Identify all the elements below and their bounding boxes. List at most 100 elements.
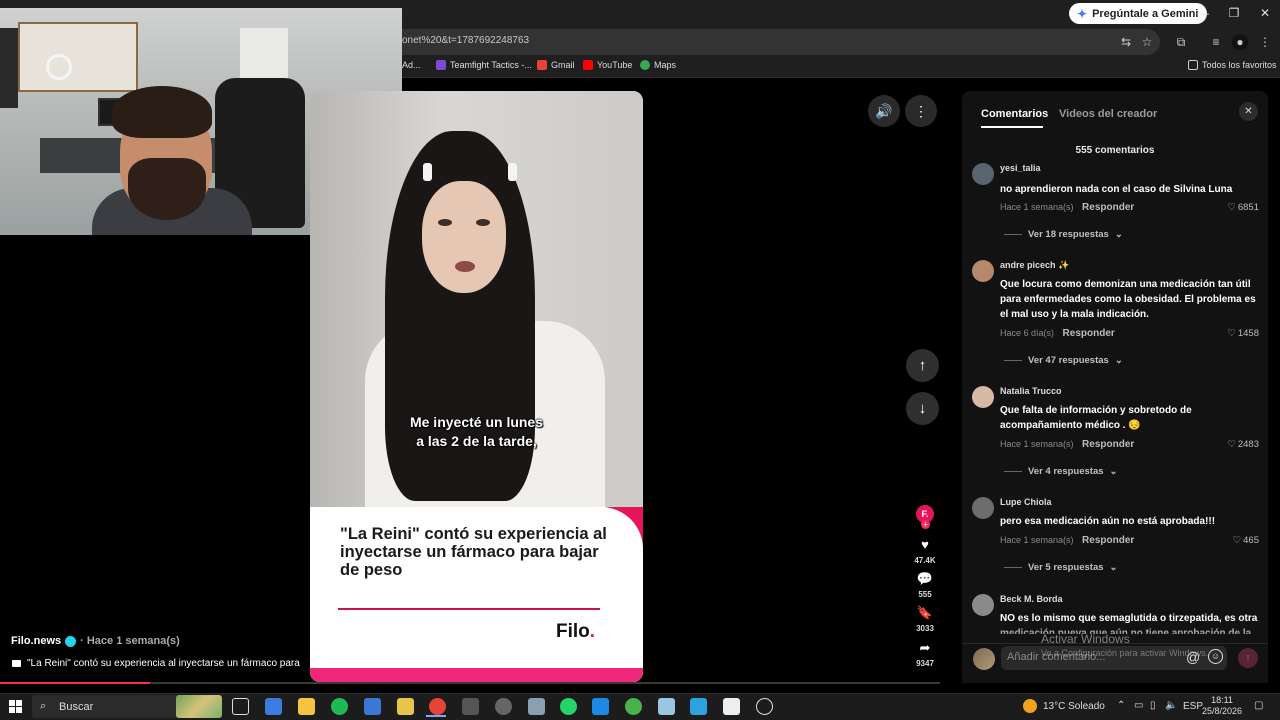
bookmark-tft[interactable]: Teamfight Tactics -... xyxy=(436,60,532,70)
comment-like[interactable]: ♡ 1458 xyxy=(1227,328,1259,339)
view-replies-button[interactable]: Ver 47 respuestas ⌄ xyxy=(1004,355,1123,366)
comment-text: Que falta de información y sobretodo de … xyxy=(1000,405,1192,431)
notifications-icon[interactable]: ▢ xyxy=(1254,700,1263,711)
commenter-avatar[interactable] xyxy=(972,594,994,616)
close-panel-icon[interactable]: ✕ xyxy=(1239,102,1258,121)
comment-meta: Hace 1 semana(s) Responder xyxy=(1000,439,1134,450)
clock[interactable]: 18:11 25/8/2026 xyxy=(1201,695,1243,717)
bookmark-star-icon[interactable]: ☆ xyxy=(1139,34,1155,50)
share-action[interactable]: ➦ 9347 xyxy=(906,640,944,668)
bookmark-ad[interactable]: Ad... xyxy=(402,60,421,70)
microsoft-store-icon[interactable] xyxy=(265,698,282,715)
volume-icon[interactable]: 🔊 xyxy=(868,95,900,127)
weather-text[interactable]: 13°C Soleado xyxy=(1043,701,1105,712)
clock-date: 25/8/2026 xyxy=(1201,706,1243,716)
xbox-icon[interactable] xyxy=(625,698,642,715)
comment-like[interactable]: ♡ 6851 xyxy=(1227,202,1259,213)
video-player[interactable]: Me inyecté un lunes a las 2 de la tarde,… xyxy=(310,91,643,682)
profile-avatar-icon[interactable]: ● xyxy=(1232,34,1248,50)
network-icon[interactable]: ▯ xyxy=(1150,700,1156,711)
search-highlight-image xyxy=(176,695,222,718)
clock-time: 18:11 xyxy=(1211,695,1233,705)
menu-kebab-icon[interactable]: ⋮ xyxy=(1257,34,1273,50)
previous-video-button[interactable]: ↑ xyxy=(906,349,939,382)
all-bookmarks[interactable]: Todos los favoritos xyxy=(1188,60,1277,70)
reply-button[interactable]: Responder xyxy=(1063,328,1115,339)
creator-name[interactable]: Filo.news xyxy=(11,635,61,647)
commenter-avatar[interactable] xyxy=(972,260,994,282)
comment-item: Natalia Trucco Que falta de información … xyxy=(972,386,1262,481)
send-arrow-icon[interactable]: ↑ xyxy=(1238,648,1258,668)
tab-comments[interactable]: Comentarios xyxy=(981,108,1048,120)
translate-icon[interactable]: ⇆ xyxy=(1118,34,1134,50)
restore-button[interactable]: ❐ xyxy=(1219,4,1249,22)
commenter-name[interactable]: andre picech ✨ xyxy=(1000,260,1069,271)
taskbar-search-label: Buscar xyxy=(59,701,94,713)
files-icon[interactable] xyxy=(397,698,414,715)
task-view-icon[interactable] xyxy=(232,698,249,715)
bookmark-label: Teamfight Tactics -... xyxy=(450,60,532,70)
commenter-name[interactable]: Natalia Trucco xyxy=(1000,386,1062,396)
bookmark-maps[interactable]: Maps xyxy=(640,60,676,70)
app-icon[interactable] xyxy=(658,698,675,715)
app-icon[interactable] xyxy=(592,698,609,715)
reply-button[interactable]: Responder xyxy=(1082,439,1134,450)
commenter-name[interactable]: Lupe Chiola xyxy=(1000,497,1052,507)
all-bookmarks-label: Todos los favoritos xyxy=(1202,60,1277,70)
tab-creator-videos[interactable]: Videos del creador xyxy=(1059,108,1157,120)
commenter-avatar[interactable] xyxy=(972,386,994,408)
commenter-avatar[interactable] xyxy=(972,497,994,519)
chevron-up-icon[interactable]: ⌃ xyxy=(1117,700,1125,711)
close-window-button[interactable]: ✕ xyxy=(1250,4,1280,22)
app-icon[interactable] xyxy=(690,698,707,715)
file-explorer-icon[interactable] xyxy=(298,698,315,715)
video-person-eye xyxy=(476,219,490,226)
view-replies-label: Ver 47 respuestas xyxy=(1028,355,1109,366)
windows-start-icon[interactable] xyxy=(9,700,22,713)
language-indicator[interactable]: ESP xyxy=(1183,701,1203,712)
commenter-avatar[interactable] xyxy=(972,163,994,185)
url-text[interactable]: onet%20&t=1787692248763 xyxy=(402,35,529,46)
minimize-button[interactable]: — xyxy=(1188,4,1218,22)
app-icon[interactable] xyxy=(756,698,773,715)
view-replies-button[interactable]: Ver 4 respuestas ⌄ xyxy=(1004,466,1118,477)
extensions-icon[interactable]: ⧉ xyxy=(1173,34,1189,50)
view-replies-button[interactable]: Ver 5 respuestas ⌄ xyxy=(1004,562,1118,573)
commenter-name[interactable]: yesi_talia xyxy=(1000,163,1041,173)
comment-like[interactable]: ♡ 2483 xyxy=(1227,439,1259,450)
like-count: 47.4K xyxy=(914,556,936,565)
gemini-button[interactable]: ✦ Pregúntale a Gemini xyxy=(1069,3,1208,24)
next-video-button[interactable]: ↓ xyxy=(906,392,939,425)
app-icon[interactable] xyxy=(528,698,545,715)
capcut-icon[interactable] xyxy=(723,698,740,715)
webcam-ring-light xyxy=(46,54,72,80)
bookmark-youtube[interactable]: YouTube xyxy=(583,60,632,70)
like-action[interactable]: ♥ 47.4K xyxy=(906,537,944,565)
outlook-icon[interactable] xyxy=(364,698,381,715)
calculator-icon[interactable] xyxy=(462,698,479,715)
bookmark-gmail[interactable]: Gmail xyxy=(537,60,575,70)
emoji-icon[interactable]: ☺ xyxy=(1208,649,1223,664)
weather-sun-icon xyxy=(1023,699,1037,713)
whatsapp-icon[interactable] xyxy=(560,698,577,715)
video-subtitle: Me inyecté un lunes a las 2 de la tarde, xyxy=(310,413,643,451)
commenter-name[interactable]: Beck M. Borda xyxy=(1000,594,1063,604)
comment-like[interactable]: ♡ 465 xyxy=(1233,535,1259,546)
reply-button[interactable]: Responder xyxy=(1082,535,1134,546)
comment-meta: Hace 1 semana(s) Responder xyxy=(1000,202,1134,213)
volume-tray-icon[interactable]: 🔈 xyxy=(1165,700,1177,711)
follow-plus-icon[interactable]: + xyxy=(921,520,930,529)
heart-outline-icon: ♡ xyxy=(1232,535,1242,546)
more-options-icon[interactable]: ⋮ xyxy=(905,95,937,127)
comment-action[interactable]: 💬 555 xyxy=(906,571,944,599)
settings-gear-icon[interactable] xyxy=(495,698,512,715)
view-replies-button[interactable]: Ver 18 respuestas ⌄ xyxy=(1004,229,1123,240)
chrome-icon[interactable] xyxy=(429,698,446,715)
spotify-icon[interactable] xyxy=(331,698,348,715)
save-action[interactable]: 🔖 3033 xyxy=(906,605,944,633)
tray-app-icon[interactable]: ▭ xyxy=(1134,700,1143,711)
view-replies-label: Ver 5 respuestas xyxy=(1028,562,1104,573)
reply-button[interactable]: Responder xyxy=(1082,202,1134,213)
logo-text: Filo xyxy=(556,621,590,642)
tab-search-icon[interactable]: ≡ xyxy=(1208,34,1224,50)
